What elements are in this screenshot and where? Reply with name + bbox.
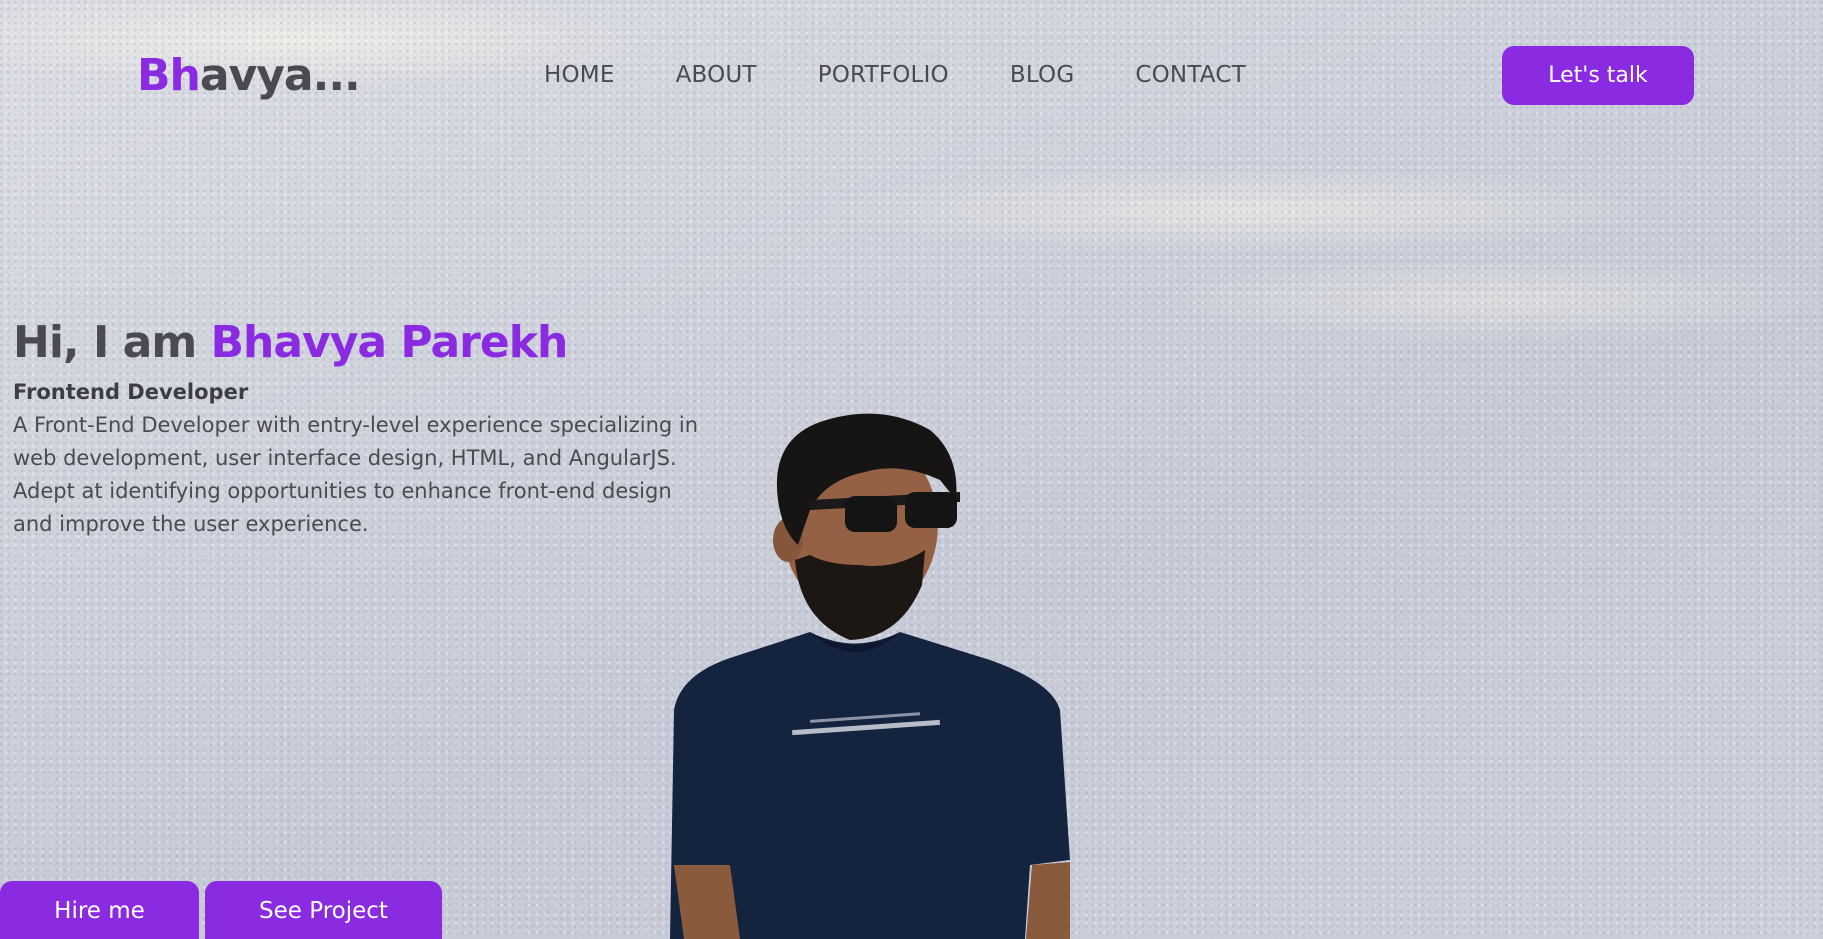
nav-item-blog[interactable]: BLOG: [1010, 58, 1075, 92]
hero-description: A Front-End Developer with entry-level e…: [13, 413, 699, 536]
site-logo[interactable]: Bhavya...: [137, 48, 361, 104]
see-project-button[interactable]: See Project: [205, 881, 442, 939]
hero-button-row: Hire me See Project: [0, 881, 442, 939]
logo-accent-text: Bh: [137, 50, 201, 101]
nav-item-contact[interactable]: CONTACT: [1135, 58, 1245, 92]
logo-rest-text: avya...: [199, 50, 361, 101]
lets-talk-button[interactable]: Let's talk: [1502, 46, 1694, 105]
nav-item-home[interactable]: HOME: [544, 58, 615, 92]
main-nav: HOME ABOUT PORTFOLIO BLOG CONTACT: [544, 58, 1246, 92]
hero-name: Bhavya Parekh: [210, 317, 569, 368]
portrait-photo: [670, 413, 1070, 939]
nav-item-portfolio[interactable]: PORTFOLIO: [818, 58, 949, 92]
hero-greeting: Hi, I am: [13, 317, 211, 368]
nav-item-about[interactable]: ABOUT: [676, 58, 757, 92]
hero-title: Hi, I am Bhavya Parekh: [13, 313, 569, 373]
hire-me-button[interactable]: Hire me: [0, 881, 199, 939]
hero-role: Frontend Developer: [13, 380, 249, 404]
